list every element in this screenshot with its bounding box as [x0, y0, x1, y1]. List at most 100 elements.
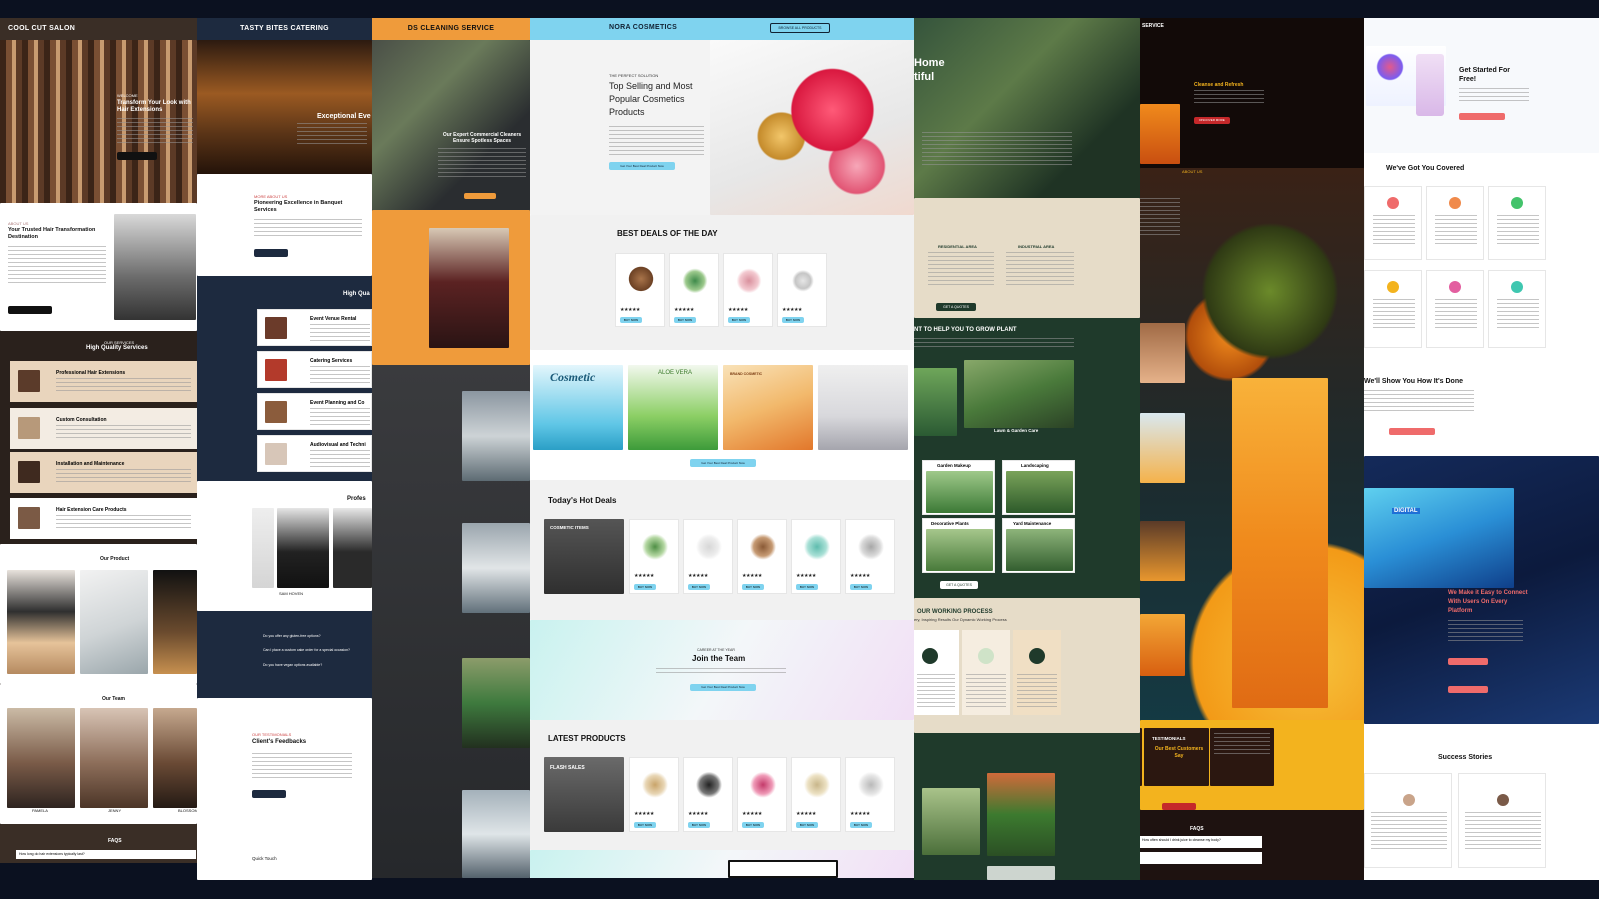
join-button[interactable]: Get Your Best Deal Product Now — [690, 684, 756, 691]
cleaning-hero-image — [372, 40, 530, 210]
feature-text — [1497, 215, 1539, 245]
product-card[interactable]: ★★★★★ BUY NOW — [723, 253, 773, 327]
tasty-service-card[interactable]: Catering Services — [257, 351, 372, 388]
garden-quote-button-2[interactable]: GET A QUOTES — [940, 581, 978, 589]
tasty-faq-item[interactable]: Can I place a custom cake order for a sp… — [260, 645, 372, 655]
banner-aloe[interactable] — [628, 365, 718, 450]
latest-product-card[interactable]: ★★★★★ BUY NOW — [737, 757, 787, 832]
office-photo — [462, 658, 530, 748]
latest-product-card[interactable]: ★★★★★ BUY NOW — [791, 757, 841, 832]
tasty-faq-item[interactable]: Do you have vegan options available? — [260, 660, 372, 670]
service-text — [56, 378, 191, 394]
salon-service-card[interactable]: Custom Consultation — [10, 408, 197, 449]
buy-now-button[interactable]: BUY NOW — [688, 584, 710, 590]
product-image — [688, 762, 730, 800]
garden-service-card[interactable]: Yard Maintenance — [1002, 518, 1075, 573]
testimonial-card — [1364, 773, 1452, 868]
rating-stars: ★★★★★ — [796, 811, 816, 817]
tasty-service-card[interactable]: Event Planning and Co — [257, 393, 372, 430]
saas-show-button[interactable] — [1389, 428, 1435, 435]
salon-interior-image — [114, 214, 196, 320]
salon-team-title: Our Team — [102, 696, 125, 702]
product-image — [782, 258, 824, 296]
buy-now-button[interactable]: BUY NOW — [850, 822, 872, 828]
saas-connect-button-2[interactable] — [1448, 686, 1488, 693]
saas-hero-button[interactable] — [1459, 113, 1505, 120]
panel-cosmetics: NORA COSMETICS BROWSE ALL PRODUCTS THE P… — [530, 18, 914, 878]
buy-now-button[interactable]: BUY NOW — [688, 822, 710, 828]
service-text — [56, 515, 191, 531]
salon-about-text — [8, 246, 106, 286]
juice-testimonial-button[interactable] — [1162, 803, 1196, 810]
buy-now-button[interactable]: BUY NOW — [796, 584, 818, 590]
salon-about-title: Your Trusted Hair Transformation Destina… — [8, 227, 96, 240]
hot-product-card[interactable]: ★★★★★ BUY NOW — [845, 519, 895, 594]
service-title: Garden Makeup — [937, 463, 971, 468]
latest-product-card[interactable]: ★★★★★ BUY NOW — [683, 757, 733, 832]
juice-faq-question[interactable]: How often should I drink juice to cleans… — [1140, 836, 1262, 848]
juice-glass-image — [1140, 104, 1180, 164]
latest-product-card[interactable]: ★★★★★ BUY NOW — [845, 757, 895, 832]
garden-service-card[interactable]: Decorative Plants — [922, 518, 995, 573]
juice-hero-button[interactable]: DISCOVER MORE — [1194, 117, 1230, 124]
banner-beauty[interactable] — [818, 365, 908, 450]
buy-now-button[interactable]: BUY NOW — [796, 822, 818, 828]
product-card[interactable]: ★★★★★ BUY NOW — [615, 253, 665, 327]
juice-thumb — [1140, 413, 1185, 483]
product-card[interactable]: ★★★★★ BUY NOW — [669, 253, 719, 327]
hot-product-card[interactable]: ★★★★★ BUY NOW — [683, 519, 733, 594]
tasty-service-card[interactable]: Audiovisual and Techni — [257, 435, 372, 472]
gallery-photo — [922, 788, 980, 855]
tasty-testimonial-button[interactable] — [252, 790, 286, 798]
buy-now-button[interactable]: BUY NOW — [634, 822, 656, 828]
salon-service-card[interactable]: Hair Extension Care Products — [10, 498, 197, 539]
tasty-about-button[interactable] — [254, 249, 288, 257]
garden-photo — [914, 368, 957, 436]
banner-button[interactable]: Get Your Best Deal Product Now — [690, 459, 756, 467]
rating-stars: ★★★★★ — [688, 573, 708, 579]
product-image — [688, 524, 730, 562]
cosmetics-nav-button[interactable]: BROWSE ALL PRODUCTS — [770, 23, 830, 33]
salon-hero-button[interactable] — [117, 152, 157, 160]
banner-brand[interactable] — [723, 365, 813, 450]
service-photo — [926, 471, 993, 513]
salon-product-title: Our Product — [100, 556, 130, 562]
cosmetic-items-banner[interactable] — [544, 519, 624, 594]
garden-quote-button[interactable]: GET A QUOTES — [936, 303, 976, 311]
tasty-service-card[interactable]: Event Venue Rental — [257, 309, 372, 346]
hot-product-card[interactable]: ★★★★★ BUY NOW — [629, 519, 679, 594]
feature-text — [1373, 299, 1415, 329]
tasty-prof-title: Profes — [347, 496, 366, 502]
buy-now-button[interactable]: BUY NOW — [674, 317, 696, 323]
salon-service-card[interactable]: Installation and Maintenance — [10, 452, 197, 493]
saas-get-started: Get Started For Free! — [1459, 67, 1510, 83]
garden-service-card[interactable]: Landscaping — [1002, 460, 1075, 515]
product-card[interactable]: ★★★★★ BUY NOW — [777, 253, 827, 327]
saas-connect-button[interactable] — [1448, 658, 1488, 665]
buy-now-button[interactable]: BUY NOW — [782, 317, 804, 323]
cosmetics-hero-button[interactable]: Get Your Best Deal Product Now — [609, 162, 675, 170]
buy-now-button[interactable]: BUY NOW — [850, 584, 872, 590]
buy-now-button[interactable]: BUY NOW — [634, 584, 656, 590]
garden-service-card[interactable]: Garden Makeup — [922, 460, 995, 515]
tasty-faq-item[interactable]: Do you offer any gluten-free options? — [260, 631, 372, 641]
juice-hero-text — [1194, 90, 1264, 104]
banner-aloe-label: ALOE VERA — [658, 370, 693, 376]
garden-hero-image — [914, 18, 1140, 198]
salon-about-button[interactable] — [8, 306, 52, 314]
tasty-hero-text — [297, 123, 367, 147]
buy-now-button[interactable]: BUY NOW — [742, 584, 764, 590]
salon-faq-question[interactable]: How long do hair extensions typically la… — [16, 850, 196, 859]
buy-now-button[interactable]: BUY NOW — [620, 317, 642, 323]
banquet-hero-image — [197, 40, 372, 174]
hot-product-card[interactable]: ★★★★★ BUY NOW — [791, 519, 841, 594]
rating-stars: ★★★★★ — [850, 811, 870, 817]
team-photo — [153, 708, 197, 808]
salon-service-card[interactable]: Professional Hair Extensions — [10, 361, 197, 402]
buy-now-button[interactable]: BUY NOW — [728, 317, 750, 323]
hot-product-card[interactable]: ★★★★★ BUY NOW — [737, 519, 787, 594]
latest-product-card[interactable]: ★★★★★ BUY NOW — [629, 757, 679, 832]
buy-now-button[interactable]: BUY NOW — [742, 822, 764, 828]
juice-faq-question-2[interactable] — [1140, 852, 1262, 864]
clean-hero-button[interactable] — [464, 193, 496, 199]
